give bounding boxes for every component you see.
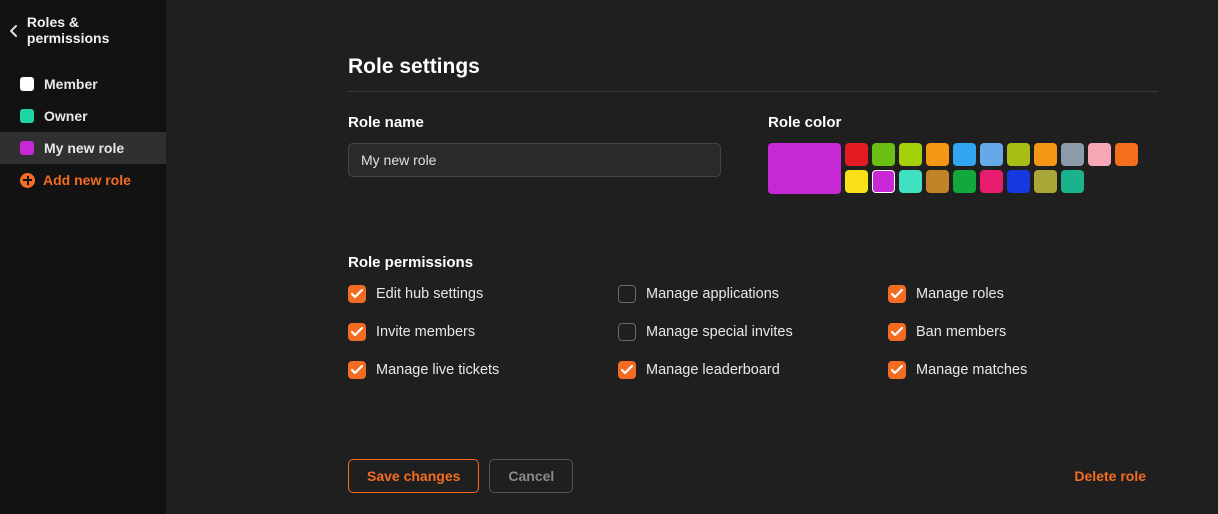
- color-swatch[interactable]: [1007, 170, 1030, 193]
- color-swatch[interactable]: [1088, 143, 1111, 166]
- permission-item: Edit hub settings: [348, 285, 618, 303]
- permissions-label: Role permissions: [348, 254, 1158, 271]
- sidebar: Roles & permissions Member Owner My new ro…: [0, 0, 166, 514]
- color-swatch[interactable]: [899, 170, 922, 193]
- permission-checkbox[interactable]: [618, 285, 636, 303]
- permission-label: Ban members: [916, 324, 1006, 340]
- chevron-left-icon[interactable]: [10, 25, 19, 35]
- color-swatch[interactable]: [926, 170, 949, 193]
- role-color-field: Role color: [768, 114, 1158, 194]
- color-swatch[interactable]: [1007, 143, 1030, 166]
- color-swatch-grid: [845, 143, 1138, 194]
- color-swatch[interactable]: [1061, 170, 1084, 193]
- permission-label: Edit hub settings: [376, 286, 483, 302]
- save-button[interactable]: Save changes: [348, 459, 479, 493]
- role-color-dot: [20, 77, 34, 91]
- color-swatch[interactable]: [845, 170, 868, 193]
- permission-label: Manage matches: [916, 362, 1027, 378]
- color-swatch[interactable]: [953, 143, 976, 166]
- permission-checkbox[interactable]: [348, 285, 366, 303]
- sidebar-header: Roles & permissions: [0, 14, 166, 68]
- main-panel: Role settings Role name Role color Role …: [166, 0, 1218, 514]
- permission-label: Manage live tickets: [376, 362, 499, 378]
- color-swatch[interactable]: [872, 170, 895, 193]
- color-swatch[interactable]: [1115, 143, 1138, 166]
- role-color-dot: [20, 109, 34, 123]
- permission-item: Manage matches: [888, 361, 1158, 379]
- role-name-input[interactable]: [348, 143, 721, 177]
- color-swatch[interactable]: [980, 170, 1003, 193]
- sidebar-role-item[interactable]: My new role: [0, 132, 166, 164]
- page-title: Role settings: [348, 55, 1158, 92]
- sidebar-role-item[interactable]: Member: [0, 68, 166, 100]
- color-swatch[interactable]: [926, 143, 949, 166]
- permission-checkbox[interactable]: [348, 361, 366, 379]
- permission-item: Manage leaderboard: [618, 361, 888, 379]
- add-new-role-label: Add new role: [43, 172, 131, 188]
- role-label: Owner: [44, 108, 88, 124]
- color-swatch[interactable]: [1034, 143, 1057, 166]
- permission-checkbox[interactable]: [618, 323, 636, 341]
- sidebar-title: Roles & permissions: [27, 14, 150, 46]
- role-name-label: Role name: [348, 114, 738, 131]
- permission-label: Manage applications: [646, 286, 779, 302]
- permission-label: Invite members: [376, 324, 475, 340]
- color-swatch[interactable]: [953, 170, 976, 193]
- permission-checkbox[interactable]: [888, 361, 906, 379]
- permission-checkbox[interactable]: [888, 323, 906, 341]
- permission-label: Manage leaderboard: [646, 362, 780, 378]
- permission-item: Manage applications: [618, 285, 888, 303]
- color-swatch[interactable]: [872, 143, 895, 166]
- footer: Save changes Cancel Delete role: [348, 459, 1158, 493]
- role-label: My new role: [44, 140, 124, 156]
- selected-color-preview: [768, 143, 841, 194]
- color-swatch[interactable]: [845, 143, 868, 166]
- permission-label: Manage special invites: [646, 324, 793, 340]
- add-new-role-button[interactable]: Add new role: [0, 164, 166, 196]
- form-row: Role name Role color: [348, 114, 1158, 194]
- plus-circle-icon: [20, 173, 35, 188]
- role-label: Member: [44, 76, 98, 92]
- permission-label: Manage roles: [916, 286, 1004, 302]
- permission-checkbox[interactable]: [888, 285, 906, 303]
- permission-item: Manage roles: [888, 285, 1158, 303]
- permission-item: Manage special invites: [618, 323, 888, 341]
- cancel-button[interactable]: Cancel: [489, 459, 573, 493]
- sidebar-role-item[interactable]: Owner: [0, 100, 166, 132]
- permission-checkbox[interactable]: [348, 323, 366, 341]
- permission-checkbox[interactable]: [618, 361, 636, 379]
- delete-role-link[interactable]: Delete role: [1074, 468, 1146, 484]
- permission-item: Ban members: [888, 323, 1158, 341]
- permission-item: Invite members: [348, 323, 618, 341]
- permission-item: Manage live tickets: [348, 361, 618, 379]
- color-swatch[interactable]: [980, 143, 1003, 166]
- color-swatch[interactable]: [899, 143, 922, 166]
- role-color-label: Role color: [768, 114, 1158, 131]
- role-name-field: Role name: [348, 114, 738, 194]
- permissions-grid: Edit hub settings Manage applications Mana…: [348, 285, 1158, 379]
- color-swatch[interactable]: [1034, 170, 1057, 193]
- role-color-dot: [20, 141, 34, 155]
- color-swatch[interactable]: [1061, 143, 1084, 166]
